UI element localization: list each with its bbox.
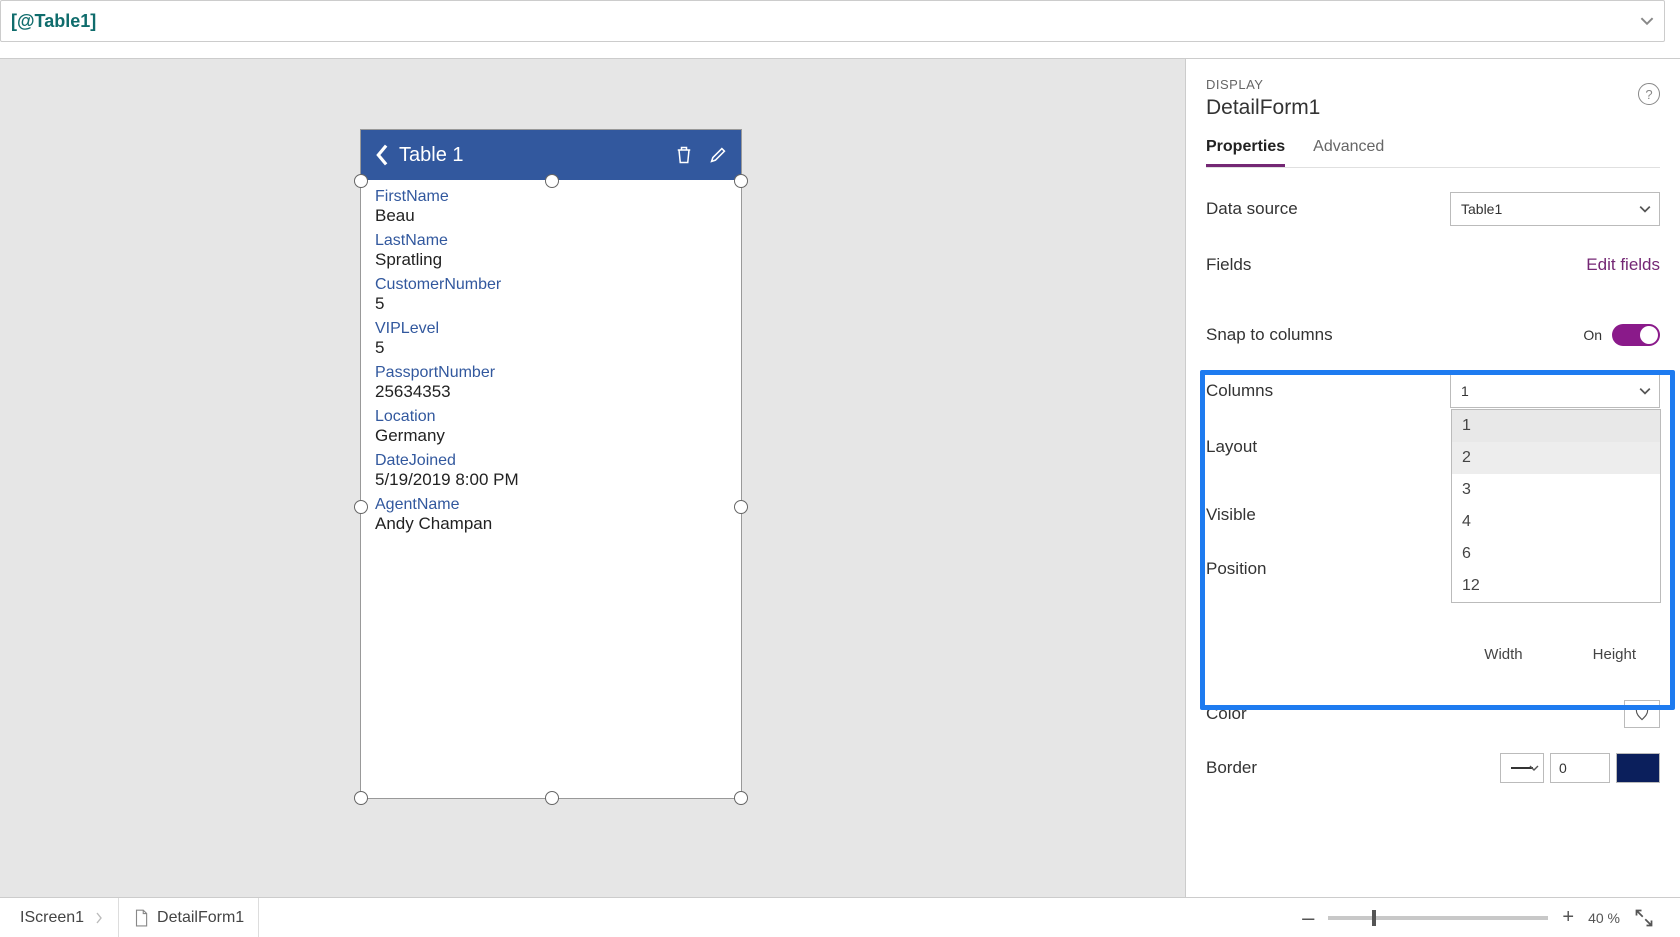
columns-option-2[interactable]: 2 <box>1452 442 1660 474</box>
resize-handle[interactable] <box>734 791 748 805</box>
resize-handle[interactable] <box>545 791 559 805</box>
columns-option-4[interactable]: 4 <box>1452 506 1660 538</box>
zoom-out-button[interactable]: – <box>1302 905 1314 931</box>
resize-handle[interactable] <box>354 791 368 805</box>
expand-icon[interactable] <box>1634 908 1654 928</box>
field-passportnumber: PassportNumber 25634353 <box>375 364 727 402</box>
status-bar: IScreen1 DetailForm1 – + 40 % <box>0 897 1680 937</box>
tab-properties[interactable]: Properties <box>1206 138 1285 167</box>
chevron-down-icon[interactable] <box>1640 14 1654 28</box>
row-data-source: Data source Table1 <box>1206 192 1660 226</box>
border-width-input[interactable]: 0 <box>1550 753 1610 783</box>
chevron-down-icon <box>1639 203 1651 215</box>
columns-dropdown[interactable]: 1 1 2 3 4 6 12 <box>1450 374 1660 408</box>
edit-fields-link[interactable]: Edit fields <box>1586 255 1660 275</box>
width-height-labels: Width Height <box>1206 646 1660 663</box>
properties-panel: DISPLAY DetailForm1 ? Properties Advance… <box>1185 58 1680 897</box>
row-snap-columns: Snap to columns On <box>1206 320 1660 350</box>
detail-form[interactable]: Table 1 FirstName Beau LastName Spratlin… <box>360 129 742 799</box>
zoom-level: 40 % <box>1588 910 1620 926</box>
canvas-workspace[interactable]: Table 1 FirstName Beau LastName Spratlin… <box>0 58 1185 897</box>
field-lastname: LastName Spratling <box>375 232 727 270</box>
field-firstname: FirstName Beau <box>375 188 727 226</box>
field-customernumber: CustomerNumber 5 <box>375 276 727 314</box>
toggle-state-label: On <box>1583 327 1602 343</box>
trash-icon[interactable] <box>675 145 693 165</box>
resize-handle[interactable] <box>354 500 368 514</box>
resize-handle[interactable] <box>545 174 559 188</box>
resize-handle[interactable] <box>734 174 748 188</box>
formula-bar[interactable]: [@Table1] <box>0 0 1665 42</box>
resize-handle[interactable] <box>354 174 368 188</box>
field-viplevel: VIPLevel 5 <box>375 320 727 358</box>
formula-text: [@Table1] <box>11 11 96 32</box>
field-datejoined: DateJoined 5/19/2019 8:00 PM <box>375 452 727 490</box>
file-icon <box>133 909 149 927</box>
field-location: Location Germany <box>375 408 727 446</box>
back-icon[interactable] <box>375 144 391 166</box>
help-icon[interactable]: ? <box>1638 83 1660 105</box>
zoom-controls: – + 40 % <box>1302 905 1674 931</box>
columns-option-1[interactable]: 1 <box>1452 410 1660 442</box>
breadcrumb-form[interactable]: DetailForm1 <box>119 898 259 937</box>
panel-tabs: Properties Advanced <box>1206 138 1660 168</box>
row-color: Color <box>1206 699 1660 729</box>
chevron-down-icon <box>1639 385 1651 397</box>
form-body: FirstName Beau LastName Spratling Custom… <box>361 180 741 548</box>
border-style-dropdown[interactable] <box>1500 753 1544 783</box>
data-source-dropdown[interactable]: Table1 <box>1450 192 1660 226</box>
row-border: Border 0 <box>1206 753 1660 783</box>
form-header: Table 1 <box>361 130 741 180</box>
columns-option-3[interactable]: 3 <box>1452 474 1660 506</box>
zoom-in-button[interactable]: + <box>1562 906 1574 929</box>
snap-toggle[interactable] <box>1612 324 1660 346</box>
chevron-right-icon <box>94 912 104 924</box>
row-fields: Fields Edit fields <box>1206 250 1660 280</box>
breadcrumb-screen[interactable]: IScreen1 <box>6 898 119 937</box>
color-picker[interactable] <box>1624 700 1660 728</box>
form-title: Table 1 <box>399 144 659 167</box>
tab-advanced[interactable]: Advanced <box>1313 138 1384 167</box>
panel-type-label: DISPLAY <box>1206 77 1660 92</box>
zoom-slider[interactable] <box>1328 916 1548 920</box>
edit-icon[interactable] <box>709 145 727 165</box>
border-color-swatch[interactable] <box>1616 753 1660 783</box>
columns-option-6[interactable]: 6 <box>1452 538 1660 570</box>
columns-dropdown-menu: 1 2 3 4 6 12 <box>1451 409 1661 603</box>
columns-option-12[interactable]: 12 <box>1452 570 1660 602</box>
row-columns: Columns 1 1 2 3 4 6 12 <box>1206 374 1660 408</box>
resize-handle[interactable] <box>734 500 748 514</box>
panel-object-name: DetailForm1 <box>1206 96 1660 120</box>
field-agentname: AgentName Andy Champan <box>375 496 727 534</box>
